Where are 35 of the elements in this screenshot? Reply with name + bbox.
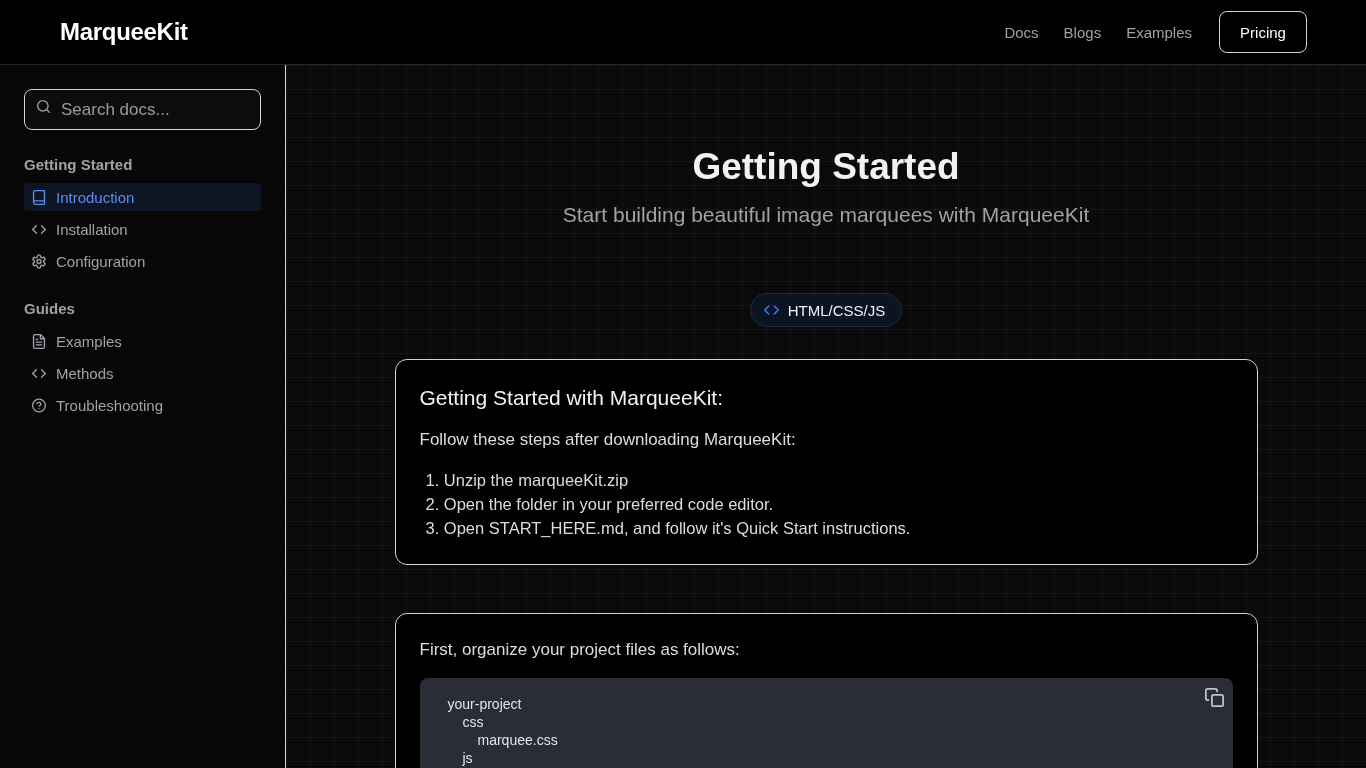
pricing-button[interactable]: Pricing bbox=[1219, 11, 1307, 53]
sidebar-item[interactable]: Installation bbox=[24, 215, 261, 243]
step-text: 1. Unzip the marqueeKit.zip bbox=[425, 470, 630, 491]
sidebar-item[interactable]: Examples bbox=[24, 327, 261, 355]
copy-icon bbox=[1205, 687, 1224, 707]
nav-link[interactable]: Docs bbox=[1004, 23, 1039, 41]
search-field[interactable]: Search docs... bbox=[24, 89, 261, 130]
nav-link[interactable]: Examples bbox=[1126, 23, 1192, 41]
step-text: 3. Open START_HERE.md, and follow it's Quick Start instructions. bbox=[425, 518, 912, 539]
tree-item: css bbox=[462, 713, 485, 731]
sidebar-item[interactable]: Methods bbox=[24, 359, 261, 387]
step-text: 2. Open the folder in your preferred code editor. bbox=[425, 494, 775, 515]
card-text: First, organize your project files as follows: bbox=[419, 639, 741, 661]
page-subtitle: Start building beautiful image marquees with MarqueeKit bbox=[562, 202, 1090, 228]
framework-badge: HTML/CSS/JS bbox=[749, 293, 903, 327]
code-icon bbox=[763, 305, 779, 315]
page-title: Getting Started bbox=[692, 145, 960, 189]
nav-link[interactable]: Blogs bbox=[1063, 23, 1102, 41]
tree-item: your-project bbox=[447, 695, 523, 713]
gear-icon bbox=[32, 253, 46, 269]
search-icon bbox=[37, 100, 50, 113]
book-icon bbox=[32, 189, 46, 205]
document-icon bbox=[32, 333, 46, 349]
sidebar-item[interactable]: Configuration bbox=[24, 247, 261, 275]
card-text: Follow these steps after downloading MarqueeKit: bbox=[419, 429, 797, 451]
card-title: Getting Started with MarqueeKit: bbox=[419, 385, 724, 411]
question-icon bbox=[32, 397, 46, 413]
sidebar-item[interactable]: Troubleshooting bbox=[24, 391, 261, 419]
logo-text[interactable]: MarqueeKit bbox=[60, 18, 188, 46]
tree-item: js bbox=[462, 749, 474, 767]
section-heading: Getting Started bbox=[24, 155, 134, 175]
sidebar-item[interactable]: Introduction bbox=[24, 183, 261, 211]
section-heading: Guides bbox=[24, 299, 76, 319]
tree-item: marquee.css bbox=[477, 731, 559, 749]
copy-button[interactable] bbox=[1204, 687, 1225, 707]
